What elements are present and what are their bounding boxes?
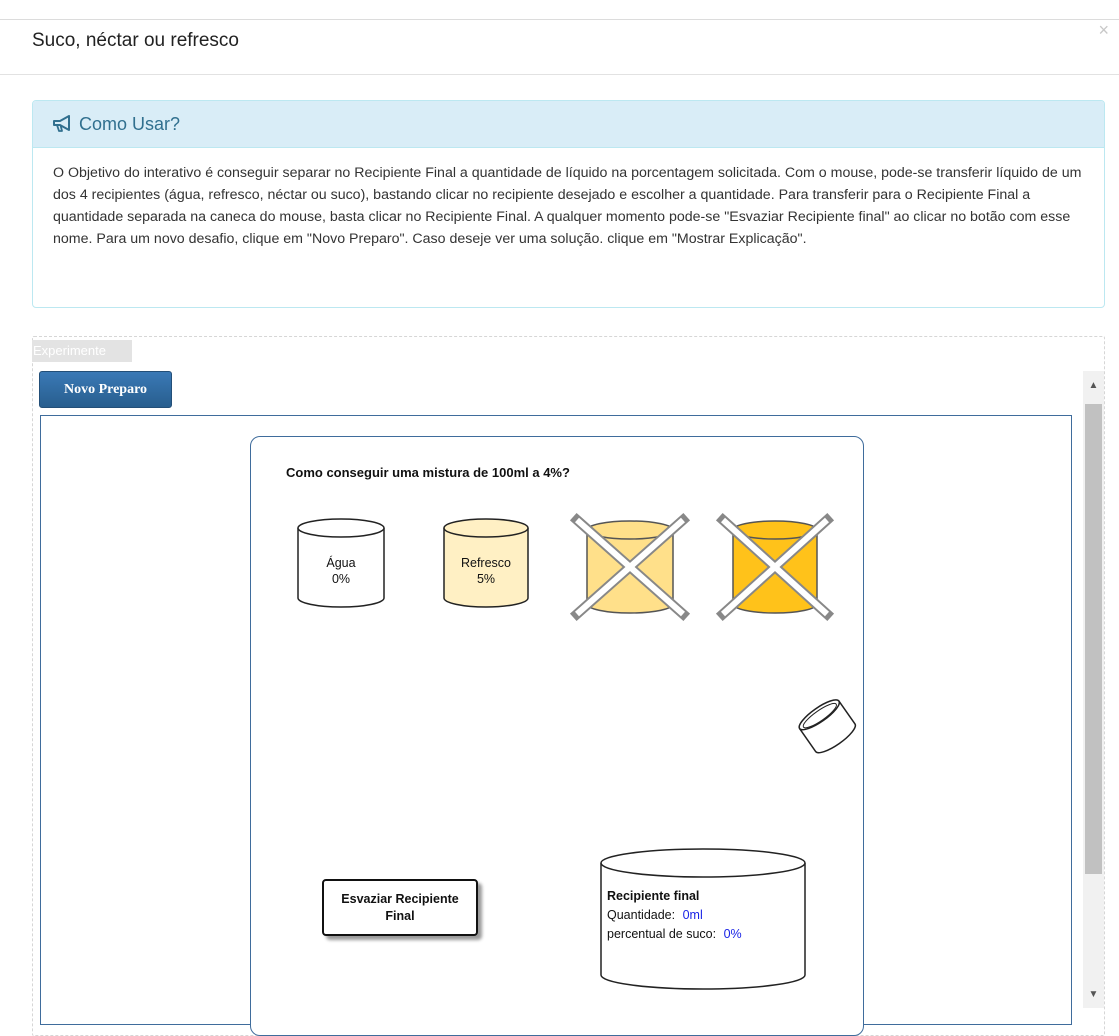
container-agua-name: Água <box>326 556 356 570</box>
bullhorn-icon <box>53 115 70 132</box>
title-divider <box>0 74 1119 75</box>
vertical-scrollbar[interactable]: ▲ ▼ <box>1083 371 1104 1008</box>
final-container-title: Recipiente final <box>607 889 700 903</box>
help-panel: Como Usar? O Objetivo do interativo é co… <box>32 100 1105 308</box>
top-divider <box>0 19 1119 20</box>
experiment-label: Experimente <box>32 340 132 362</box>
page-title: Suco, néctar ou refresco <box>32 30 239 51</box>
final-container-info: Recipiente final Quantidade: 0ml percent… <box>607 887 742 944</box>
challenge-question: Como conseguir uma mistura de 100ml a 4%… <box>286 465 570 480</box>
help-heading-text: Como Usar? <box>79 113 181 134</box>
empty-button-line1: Esvaziar Recipiente <box>341 891 459 906</box>
container-refresco-name: Refresco <box>460 556 512 570</box>
final-percent-row: percentual de suco: 0% <box>607 925 742 944</box>
help-panel-heading: Como Usar? <box>33 101 1104 148</box>
final-percent-label: percentual de suco: <box>607 927 717 941</box>
new-preparation-button[interactable]: Novo Preparo <box>39 371 172 408</box>
empty-button-line2: Final <box>385 908 415 923</box>
container-refresco-percent: 5% <box>476 572 496 586</box>
container-agua-percent: 0% <box>331 572 351 586</box>
applet-stage <box>250 436 864 1036</box>
final-percent-value: 0% <box>723 927 742 941</box>
final-quantity-value: 0ml <box>682 908 703 922</box>
scroll-up-arrow-icon[interactable]: ▲ <box>1083 371 1104 399</box>
final-quantity-row: Quantidade: 0ml <box>607 906 742 925</box>
scroll-down-arrow-icon[interactable]: ▼ <box>1083 980 1104 1008</box>
scroll-thumb[interactable] <box>1085 404 1102 874</box>
container-agua-label: Água 0% <box>311 555 371 587</box>
close-icon[interactable]: × <box>1098 20 1109 40</box>
help-text: O Objetivo do interativo é conseguir sep… <box>53 165 1082 247</box>
container-refresco-label: Refresco 5% <box>452 555 520 587</box>
empty-final-container-button[interactable]: Esvaziar Recipiente Final <box>322 879 478 936</box>
final-quantity-label: Quantidade: <box>607 908 676 922</box>
